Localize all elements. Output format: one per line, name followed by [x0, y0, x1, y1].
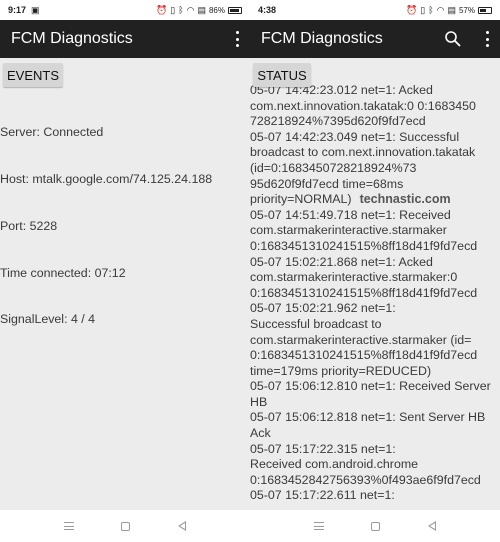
status-time: 4:38	[258, 5, 277, 15]
alarm-icon: ⏰	[406, 4, 418, 15]
home-icon[interactable]	[371, 521, 381, 531]
log-line: Ack	[250, 426, 271, 441]
log-line: 05-07 15:02:21.962 net=1:	[250, 301, 396, 316]
status-log: 05-07 14:42:23.012 net=1: Acked com.next.…	[250, 83, 500, 504]
home-icon[interactable]	[121, 521, 131, 531]
app-bar: FCM Diagnostics	[250, 20, 500, 58]
back-icon[interactable]	[178, 521, 187, 531]
back-icon[interactable]	[428, 521, 437, 531]
log-line: 0:1683451310241515%8ff18d41f9fd7ecd	[250, 238, 478, 253]
recents-icon[interactable]	[63, 522, 74, 530]
battery-percent: 86%	[208, 5, 225, 15]
left-screen: 9:17 ▣ ⏰ ▯ ᛒ ◠ ▤ 86% FCM Diagnostics EVE…	[0, 0, 250, 542]
log-line: HB	[250, 394, 268, 409]
log-line: com.starmakerinteractive.starmaker	[250, 223, 447, 238]
log-line: Successful broadcast to	[250, 316, 382, 331]
notification-icon: ▣	[31, 4, 40, 15]
log-line: 05-07 15:06:12.810 net=1: Received Serve…	[250, 379, 491, 394]
search-icon[interactable]	[444, 30, 462, 48]
status-bar: 9:17 ▣ ⏰ ▯ ᛒ ◠ ▤ 86%	[0, 0, 250, 20]
port-line: Port: 5228	[0, 218, 58, 233]
sim-icon: ▤	[447, 4, 456, 15]
log-line: 05-07 15:02:21.868 net=1: Acked	[250, 254, 433, 269]
alarm-icon: ⏰	[156, 4, 168, 15]
overflow-menu-icon[interactable]	[484, 31, 490, 47]
events-text: Server: Connected Host: mtalk.google.com…	[0, 94, 212, 359]
log-line: 0:1683451310241515%8ff18d41f9fd7ecd	[250, 285, 478, 300]
battery-icon	[228, 6, 242, 14]
log-line: 728218924%7395d620f9fd7ecd	[250, 114, 426, 129]
log-line: (id=0:1683450728218924%73	[250, 160, 417, 175]
log-line: broadcast to com.next.innovation.takatak	[250, 145, 476, 160]
log-line: time=179ms priority=REDUCED)	[250, 363, 432, 378]
log-line: 05-07 14:42:23.049 net=1: Successful	[250, 129, 460, 144]
battery-percent: 57%	[458, 5, 475, 15]
log-line: Received com.android.chrome	[250, 457, 419, 472]
vibrate-icon: ▯	[420, 4, 426, 15]
recents-icon[interactable]	[313, 522, 324, 530]
host-line: Host: mtalk.google.com/74.125.24.188	[0, 171, 213, 186]
status-bar: 4:38 ⏰ ▯ ᛒ ◠ ▤ 57%	[250, 0, 500, 20]
bluetooth-icon: ᛒ	[428, 4, 434, 15]
events-button[interactable]: EVENTS	[3, 63, 63, 87]
log-line: com.starmakerinteractive.starmaker (id=	[250, 332, 472, 347]
status-button[interactable]: STATUS	[253, 63, 311, 87]
log-line: 05-07 15:06:12.818 net=1: Sent Server HB	[250, 410, 486, 425]
log-line: 05-07 15:17:22.611 net=1:	[250, 488, 395, 503]
watermark: technastic.com	[359, 192, 451, 207]
log-line: 05-07 14:51:49.718 net=1: Received	[250, 207, 451, 222]
log-line: priority=NORMAL) technastic.com	[250, 192, 500, 208]
status-time: 9:17	[8, 5, 27, 15]
battery-icon	[478, 6, 492, 14]
server-line: Server: Connected	[0, 125, 104, 140]
app-title: FCM Diagnostics	[11, 30, 133, 47]
nav-bar	[250, 510, 500, 542]
nav-bar	[0, 510, 250, 542]
log-line: 05-07 15:17:22.315 net=1:	[250, 441, 396, 456]
log-line: 95d620f9fd7ecd time=68ms	[250, 176, 404, 191]
signal-level-line: SignalLevel: 4 / 4	[0, 312, 96, 327]
log-line: com.starmakerinteractive.starmaker:0	[250, 270, 458, 285]
log-line: 0:1683452842756393%0f493ae6f9fd7ecd	[250, 472, 481, 487]
log-line: 0:1683451310241515%8ff18d41f9fd7ecd	[250, 348, 478, 363]
log-line-text: priority=NORMAL)	[250, 192, 352, 207]
wifi-icon: ◠	[436, 4, 445, 15]
wifi-icon: ◠	[186, 4, 195, 15]
log-line: com.next.innovation.takatak:0 0:1683450	[250, 98, 476, 113]
app-title: FCM Diagnostics	[261, 30, 383, 47]
vibrate-icon: ▯	[170, 4, 176, 15]
time-connected-line: Time connected: 07:12	[0, 265, 126, 280]
right-screen: 4:38 ⏰ ▯ ᛒ ◠ ▤ 57% FCM Diagnostics 05-07…	[250, 0, 500, 542]
overflow-menu-icon[interactable]	[234, 31, 240, 47]
app-bar: FCM Diagnostics	[0, 20, 250, 58]
sim-icon: ▤	[197, 4, 206, 15]
bluetooth-icon: ᛒ	[178, 4, 184, 15]
